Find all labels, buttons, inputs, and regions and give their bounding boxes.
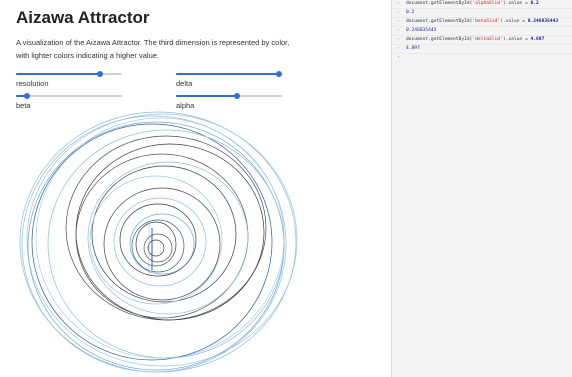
delta-control: delta: [176, 70, 282, 88]
console-code: ).value =: [502, 37, 531, 42]
slider-fill: [176, 95, 238, 97]
alpha-slider[interactable]: [176, 92, 282, 100]
console-output: 0.246835443: [406, 28, 437, 33]
output-chevron-icon: ‹: [397, 28, 400, 33]
slider-fill: [16, 73, 100, 75]
console-input-line[interactable]: › document.getElementById('alphaSlid').va…: [392, 0, 572, 9]
devtools-console: › document.getElementById('alphaSlid').va…: [391, 0, 572, 377]
console-output-line: ‹ 0.246835443: [392, 27, 572, 36]
page-title: Aizawa Attractor: [16, 8, 150, 27]
console-code: ).value =: [502, 1, 531, 6]
output-chevron-icon: ‹: [397, 10, 400, 15]
prompt-chevron-icon: ›: [397, 55, 400, 60]
slider-fill: [176, 73, 279, 75]
beta-slider[interactable]: [16, 92, 122, 100]
console-number: 4.897: [530, 37, 545, 42]
input-chevron-icon: ›: [397, 1, 400, 6]
console-string: 'deltaSlid': [472, 37, 503, 42]
output-chevron-icon: ‹: [397, 46, 400, 51]
slider-track: [16, 95, 122, 97]
slider-thumb[interactable]: [96, 71, 103, 77]
resolution-control: resolution: [16, 70, 122, 88]
alpha-label: alpha: [176, 101, 195, 110]
resolution-label: resolution: [16, 79, 49, 88]
console-string: 'alphaSlid': [472, 1, 503, 6]
console-input-line[interactable]: › document.getElementById('deltaSlid').va…: [392, 36, 572, 45]
attractor-curves: [19, 111, 298, 373]
attractor-page: Aizawa Attractor A visualization of the …: [0, 0, 390, 377]
beta-label: beta: [16, 101, 31, 110]
slider-thumb[interactable]: [275, 71, 282, 77]
delta-slider[interactable]: [176, 70, 282, 78]
console-code: document.getElementById(: [406, 19, 473, 24]
console-output: 0.2: [406, 10, 415, 15]
console-code: ).value =: [500, 19, 528, 24]
delta-label: delta: [176, 79, 193, 88]
slider-thumb[interactable]: [23, 93, 30, 99]
console-output: 4.897: [406, 46, 420, 51]
console-prompt[interactable]: ›: [392, 54, 572, 62]
alpha-control: alpha: [176, 92, 282, 110]
console-number: 0.2: [530, 1, 539, 6]
page-description: A visualization of the Aizawa Attractor.…: [16, 38, 290, 60]
slider-thumb[interactable]: [234, 93, 241, 99]
resolution-slider[interactable]: [16, 70, 122, 78]
console-code: document.getElementById(: [406, 1, 473, 6]
input-chevron-icon: ›: [397, 37, 400, 42]
console-output-line: ‹ 0.2: [392, 9, 572, 18]
console-input-line[interactable]: › document.getElementById('betaSlid').val…: [392, 18, 572, 27]
attractor-plot: [19, 111, 298, 373]
console-number: 0.246835443: [527, 19, 559, 24]
input-chevron-icon: ›: [397, 19, 400, 24]
beta-control: beta: [16, 92, 122, 110]
console-string: 'betaSlid': [472, 19, 501, 24]
console-output-line: ‹ 4.897: [392, 45, 572, 54]
console-code: document.getElementById(: [406, 37, 473, 42]
